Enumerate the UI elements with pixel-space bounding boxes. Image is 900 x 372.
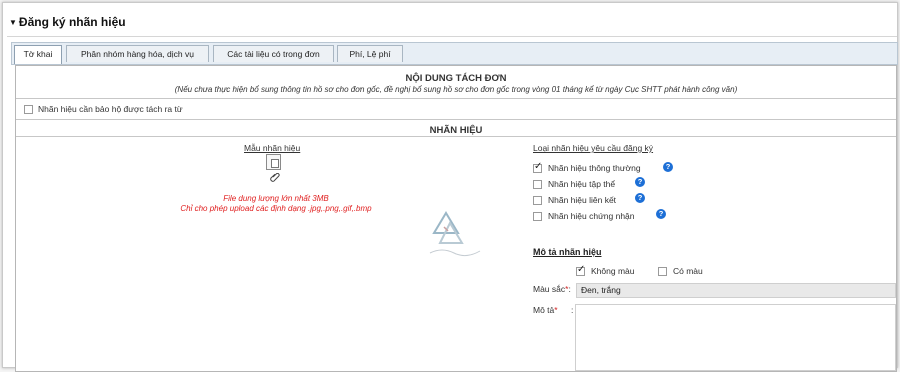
tach-tu-row[interactable]: Nhãn hiệu cần bảo hộ được tách ra từ bbox=[24, 104, 183, 115]
option-lien-ket[interactable]: Nhãn hiệu liên kết bbox=[533, 195, 617, 206]
colon: : bbox=[568, 284, 571, 294]
thong-thuong-label: Nhãn hiệu thông thường bbox=[548, 163, 641, 173]
mo-ta-label: Mô tả* bbox=[533, 305, 558, 315]
mau-sac-input[interactable]: Đen, trắng bbox=[576, 283, 896, 298]
section-header[interactable]: ▼ Đăng ký nhãn hiệu bbox=[9, 15, 126, 29]
divider bbox=[16, 98, 896, 99]
caret-down-icon[interactable]: ▼ bbox=[9, 18, 17, 27]
lien-ket-label: Nhãn hiệu liên kết bbox=[548, 195, 617, 205]
tap-the-checkbox[interactable] bbox=[533, 180, 542, 190]
tab-content: NỘI DUNG TÁCH ĐƠN (Nếu chưa thực hiện bổ… bbox=[15, 65, 897, 372]
mo-ta-text: Mô tả bbox=[533, 305, 555, 315]
loai-nhan-hieu-label: Loại nhãn hiệu yêu cầu đăng ký bbox=[533, 143, 654, 153]
tach-don-title: NỘI DUNG TÁCH ĐƠN bbox=[405, 73, 507, 84]
option-thong-thuong[interactable]: Nhãn hiệu thông thường bbox=[533, 161, 641, 174]
tach-don-note: (Nếu chưa thực hiện bổ sung thông tin hồ… bbox=[174, 85, 738, 94]
thong-thuong-checkbox[interactable] bbox=[533, 161, 542, 174]
divider bbox=[16, 119, 896, 120]
option-tap-the[interactable]: Nhãn hiệu tập thể bbox=[533, 179, 616, 190]
file-size-note: File dung lượng lớn nhất 3MB bbox=[223, 194, 329, 203]
lien-ket-checkbox[interactable] bbox=[533, 196, 542, 206]
mau-sac-text: Màu sắc bbox=[533, 284, 566, 294]
tach-tu-checkbox[interactable] bbox=[24, 105, 33, 115]
mo-ta-title: Mô tả nhãn hiệu bbox=[533, 247, 602, 257]
tab-tai-lieu[interactable]: Các tài liệu có trong đơn bbox=[213, 45, 334, 62]
co-mau-checkbox[interactable] bbox=[658, 267, 667, 277]
option-chung-nhan[interactable]: Nhãn hiệu chứng nhận bbox=[533, 211, 635, 222]
khong-mau-checkbox[interactable] bbox=[576, 264, 585, 277]
help-icon[interactable]: ? bbox=[635, 193, 645, 203]
khong-mau-label: Không màu bbox=[591, 266, 635, 276]
paperclip-icon[interactable] bbox=[270, 172, 280, 185]
mau-sac-label: Màu sắc*: bbox=[533, 284, 571, 294]
watermark-logo bbox=[429, 211, 481, 257]
chung-nhan-checkbox[interactable] bbox=[533, 212, 542, 222]
co-mau-option[interactable]: Có màu bbox=[658, 266, 703, 277]
divider bbox=[7, 36, 897, 37]
help-icon[interactable]: ? bbox=[663, 162, 673, 172]
tap-the-label: Nhãn hiệu tập thể bbox=[548, 179, 616, 189]
tach-tu-label: Nhãn hiệu cần bảo hộ được tách ra từ bbox=[38, 104, 183, 114]
khong-mau-option[interactable]: Không màu bbox=[576, 264, 635, 277]
tab-phan-nhom[interactable]: Phân nhóm hàng hóa, dịch vụ bbox=[66, 45, 209, 62]
file-format-note: Chỉ cho phép upload các định dạng .jpg,.… bbox=[180, 204, 372, 213]
document-icon[interactable] bbox=[266, 154, 281, 170]
mo-ta-textarea[interactable] bbox=[575, 304, 896, 371]
divider bbox=[16, 136, 896, 137]
chung-nhan-label: Nhãn hiệu chứng nhận bbox=[548, 211, 635, 221]
tab-to-khai[interactable]: Tờ khai bbox=[14, 45, 62, 64]
nhan-hieu-title: NHÃN HIỆU bbox=[429, 125, 483, 136]
tab-phi-le-phi[interactable]: Phí, Lệ phí bbox=[337, 45, 403, 62]
required-mark: * bbox=[554, 305, 558, 315]
section-title: Đăng ký nhãn hiệu bbox=[18, 15, 126, 29]
help-icon[interactable]: ? bbox=[656, 209, 666, 219]
mau-nhan-hieu-label: Mẫu nhãn hiệu bbox=[244, 143, 301, 153]
co-mau-label: Có màu bbox=[673, 266, 703, 276]
colon: : bbox=[571, 305, 574, 315]
form-panel: ▼ Đăng ký nhãn hiệu Tờ khai Phân nhóm hàn… bbox=[2, 2, 898, 372]
help-icon[interactable]: ? bbox=[635, 177, 645, 187]
